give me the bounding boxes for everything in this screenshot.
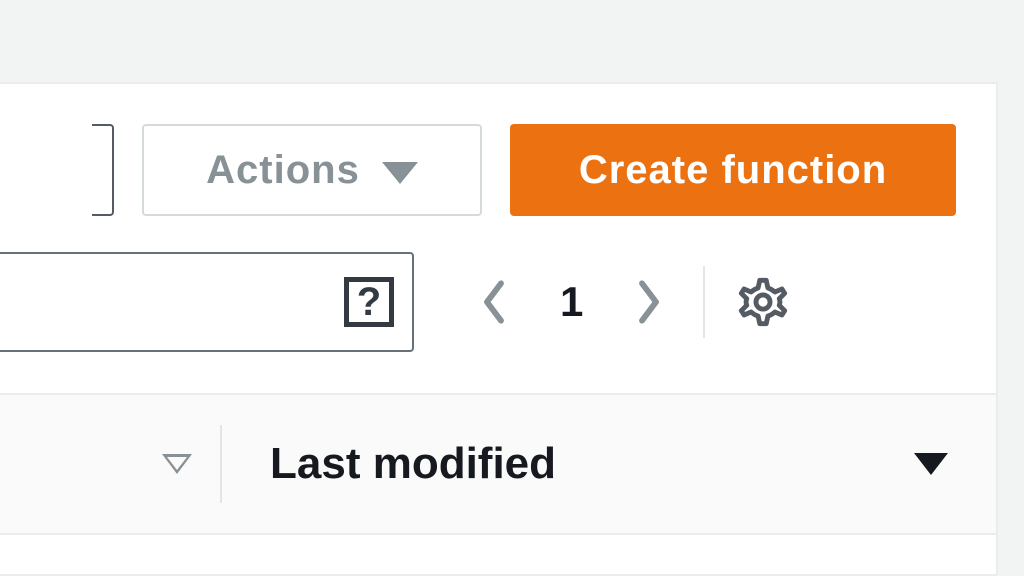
table-header-row: Last modified	[0, 393, 996, 535]
chevron-left-icon	[480, 278, 508, 326]
current-page-number: 1	[560, 278, 583, 326]
search-input[interactable]: ?	[0, 252, 414, 352]
gear-icon	[737, 276, 789, 328]
actions-dropdown-button[interactable]: Actions	[142, 124, 482, 216]
toolbar: Actions Create function	[0, 84, 996, 250]
help-icon[interactable]: ?	[344, 277, 394, 327]
chevron-right-icon	[635, 278, 663, 326]
previous-column-sort[interactable]	[0, 395, 220, 533]
functions-panel: Actions Create function ? 1	[0, 82, 998, 576]
column-header-last-modified[interactable]: Last modified	[222, 395, 996, 533]
sort-caret-solid-icon	[914, 453, 948, 475]
create-function-label: Create function	[579, 148, 887, 193]
column-label-last-modified: Last modified	[270, 439, 556, 489]
next-page-button[interactable]	[629, 282, 669, 322]
sort-caret-outline-icon	[162, 454, 192, 474]
toolbar-button-clipped[interactable]	[92, 124, 114, 216]
prev-page-button[interactable]	[474, 282, 514, 322]
vertical-divider	[703, 266, 705, 338]
pagination: 1	[474, 278, 669, 326]
settings-button[interactable]	[735, 274, 791, 330]
page-background: Actions Create function ? 1	[0, 0, 1024, 576]
create-function-button[interactable]: Create function	[510, 124, 956, 216]
filter-row: ? 1	[0, 248, 956, 356]
caret-down-icon	[382, 162, 418, 184]
actions-label: Actions	[206, 148, 360, 193]
